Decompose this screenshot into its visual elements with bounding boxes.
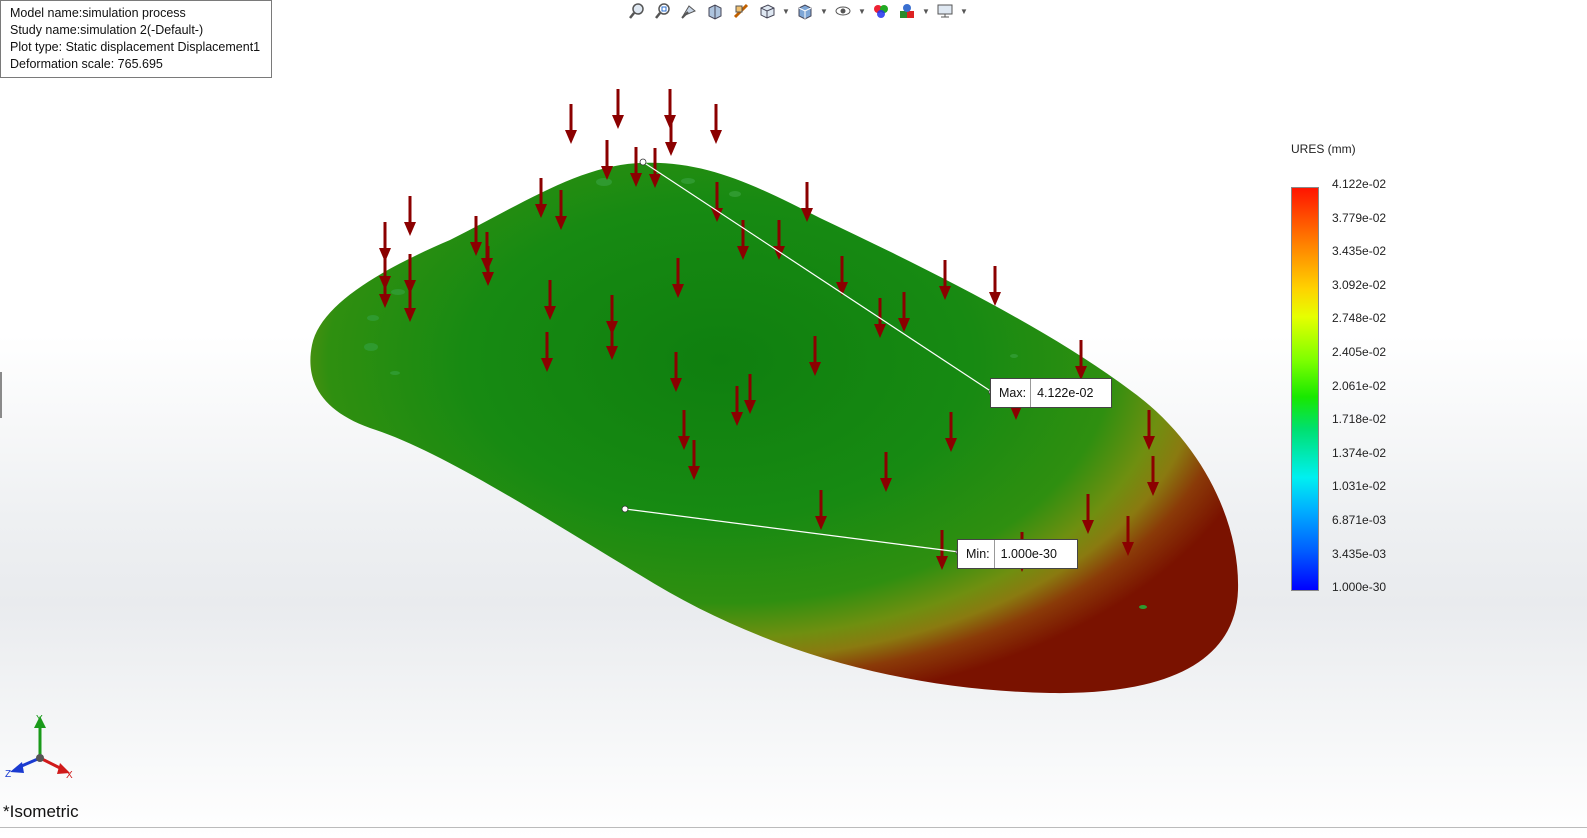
legend-value: 2.061e-02	[1332, 378, 1387, 393]
load-arrow	[710, 104, 722, 144]
legend-title: URES (mm)	[1291, 142, 1356, 156]
legend-value-list: 4.122e-02 3.779e-02 3.435e-02 3.092e-02 2.74…	[1332, 176, 1422, 613]
load-arrow	[665, 116, 677, 156]
legend-color-bar[interactable]	[1291, 187, 1319, 591]
load-arrow	[612, 89, 624, 129]
view-orientation-label: *Isometric	[3, 802, 79, 821]
triad-x-label: X	[66, 770, 73, 781]
viewport-bottom-border	[0, 827, 1587, 828]
coordinate-triad: Y X Z	[5, 714, 73, 781]
min-probe-callout[interactable]: Min: 1.000e-30	[957, 539, 1078, 569]
legend-value: 3.435e-02	[1332, 244, 1387, 259]
deformed-model-surface[interactable]	[310, 162, 1239, 694]
sidebar-collapse-handle[interactable]	[0, 372, 2, 418]
legend-value: 2.405e-02	[1332, 344, 1387, 359]
legend-value: 3.435e-03	[1332, 546, 1387, 561]
max-probe-label: Max:	[991, 379, 1032, 407]
max-probe-value: 4.122e-02	[1037, 386, 1094, 400]
legend-value: 6.871e-03	[1332, 512, 1387, 527]
load-arrow	[565, 104, 577, 144]
legend-value: 3.779e-02	[1332, 210, 1387, 225]
min-probe-value: 1.000e-30	[1000, 547, 1057, 561]
legend-value: 1.718e-02	[1332, 412, 1387, 427]
legend-value: 1.000e-30	[1332, 580, 1387, 595]
triad-z-label: Z	[5, 769, 11, 780]
legend-value: 4.122e-02	[1332, 177, 1387, 191]
legend-value: 2.748e-02	[1332, 311, 1387, 326]
legend-value: 1.374e-02	[1332, 445, 1387, 460]
load-arrow	[404, 196, 416, 236]
legend-value: 1.031e-02	[1332, 479, 1387, 494]
triad-y-label: Y	[36, 714, 43, 725]
load-arrow	[989, 266, 1001, 306]
legend-value: 3.092e-02	[1332, 277, 1387, 292]
min-probe-label: Min:	[958, 540, 995, 568]
max-probe-callout[interactable]: Max: 4.122e-02	[990, 378, 1112, 408]
